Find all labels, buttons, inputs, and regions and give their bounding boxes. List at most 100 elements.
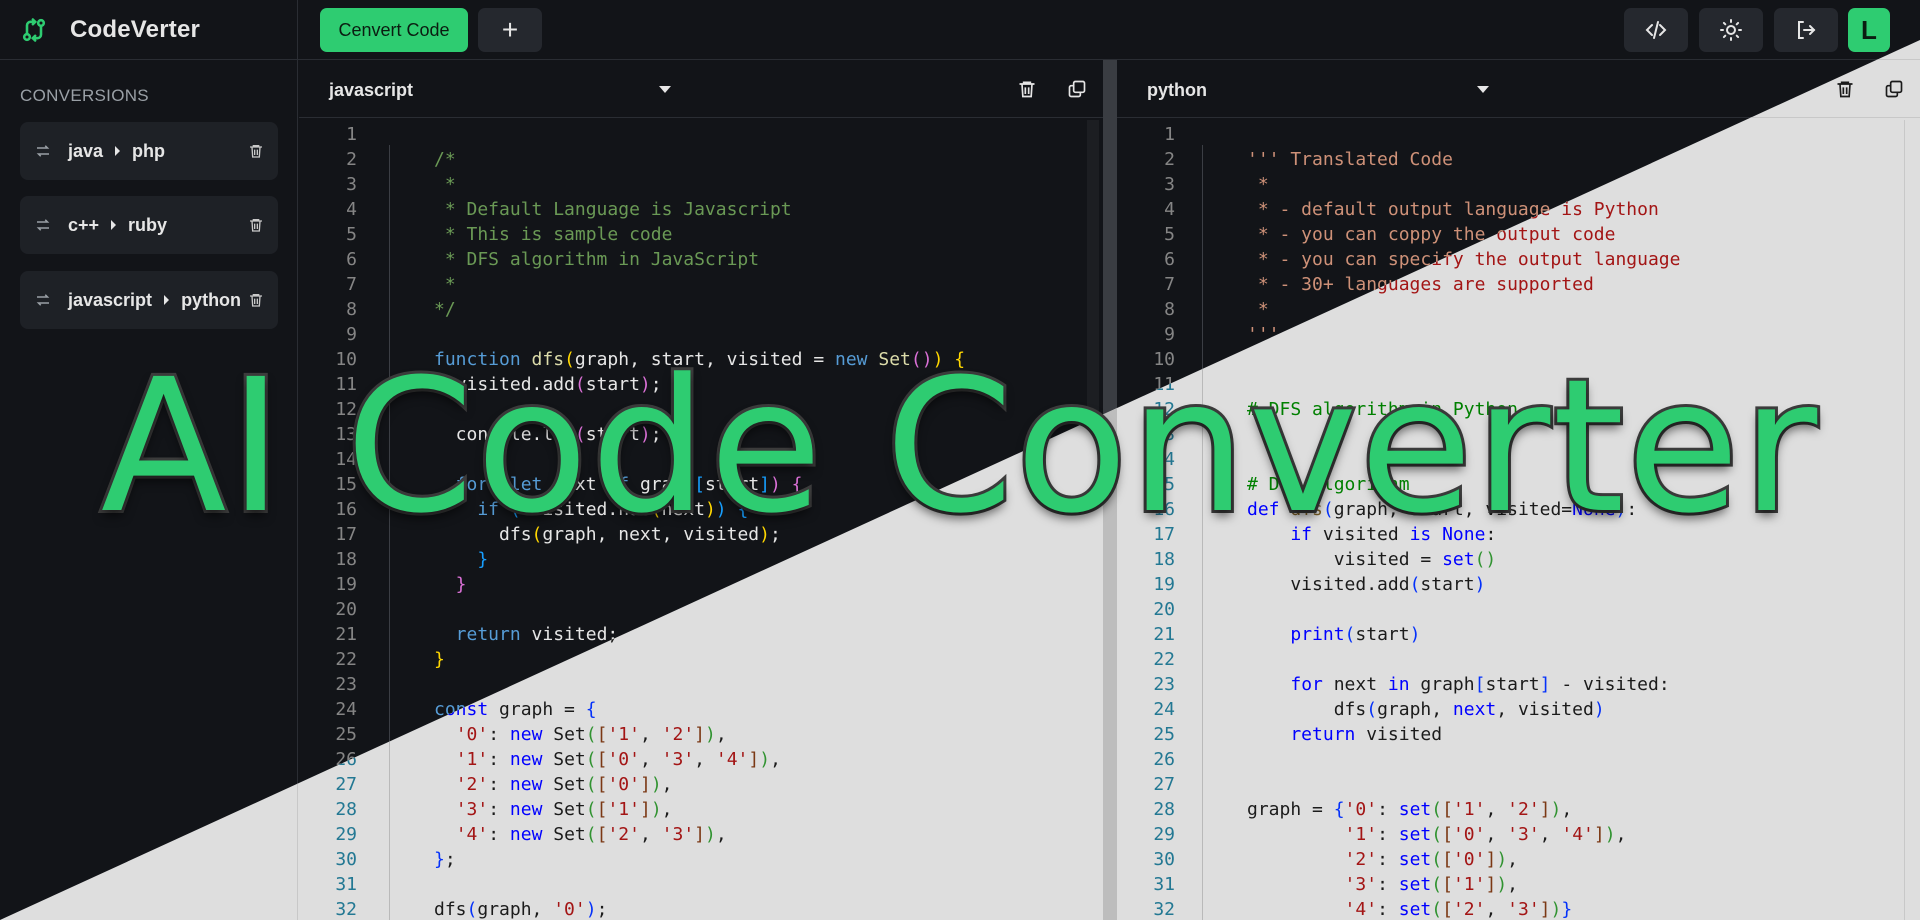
line-number: 32 bbox=[335, 899, 357, 920]
trash-icon[interactable] bbox=[1835, 79, 1855, 99]
line-number: 28 bbox=[1153, 799, 1175, 820]
code-line: 29 '1': set(['0', '3', '4']), bbox=[1117, 822, 1920, 847]
code-line: 11 visited.add(start); bbox=[299, 372, 1103, 397]
copy-icon[interactable] bbox=[1884, 79, 1904, 99]
code-line: 20 bbox=[1117, 597, 1920, 622]
brand[interactable]: CodeVerter bbox=[0, 0, 298, 60]
code-text: print(start) bbox=[1290, 624, 1421, 645]
code-line: 28 graph = {'0': set(['1', '2']), bbox=[1117, 797, 1920, 822]
sun-icon bbox=[1720, 19, 1742, 41]
code-text: * bbox=[434, 174, 456, 195]
line-number: 22 bbox=[1153, 649, 1175, 670]
sidebar: CONVERSIONS java php c++ ruby javascript py… bbox=[0, 60, 298, 920]
code-text: if (!visited.has(next)) { bbox=[434, 499, 749, 520]
line-number: 25 bbox=[1153, 724, 1175, 745]
line-number: 20 bbox=[1153, 599, 1175, 620]
code-text: '3': new Set(['1']), bbox=[455, 799, 673, 820]
code-text: visited = set() bbox=[1247, 549, 1497, 570]
code-line: 7 * bbox=[299, 272, 1103, 297]
line-number: 22 bbox=[335, 649, 357, 670]
chevron-down-icon[interactable] bbox=[659, 86, 671, 93]
target-language-select[interactable]: python bbox=[1147, 80, 1207, 101]
line-number: 13 bbox=[335, 424, 357, 445]
line-number: 15 bbox=[1153, 474, 1175, 495]
chevron-down-icon[interactable] bbox=[1477, 86, 1489, 93]
code-text: '0': new Set(['1', '2']), bbox=[455, 724, 727, 745]
code-line: 16 def dfs(graph, start, visited=None): bbox=[1117, 497, 1920, 522]
code-line: 28 '3': new Set(['1']), bbox=[299, 797, 1103, 822]
code-text: return visited bbox=[1247, 724, 1443, 745]
code-line: 30}; bbox=[299, 847, 1103, 872]
line-number: 1 bbox=[1164, 124, 1175, 145]
trash-icon[interactable] bbox=[248, 291, 264, 309]
code-line: 26 '1': new Set(['0', '3', '4']), bbox=[299, 747, 1103, 772]
line-number: 5 bbox=[1164, 224, 1175, 245]
code-text: '1': set(['0', '3', '4']), bbox=[1344, 824, 1627, 845]
convert-code-button[interactable]: Cenvert Code bbox=[320, 8, 468, 52]
code-text: * bbox=[434, 274, 456, 295]
code-text: return visited; bbox=[434, 624, 619, 645]
code-text: ''' Translated Code bbox=[1247, 149, 1453, 170]
code-text: function dfs(graph, start, visited = new… bbox=[434, 349, 966, 370]
trash-icon[interactable] bbox=[1017, 79, 1037, 99]
app-name: CodeVerter bbox=[70, 15, 201, 43]
code-text: */ bbox=[434, 299, 456, 320]
line-number: 21 bbox=[1153, 624, 1175, 645]
code-line: 13 bbox=[1117, 422, 1920, 447]
code-text: '4': set(['2', '3'])} bbox=[1344, 899, 1573, 920]
code-text: } bbox=[434, 574, 467, 595]
top-bar: CodeVerter Cenvert Code + L bbox=[0, 0, 1920, 60]
avatar[interactable]: L bbox=[1848, 8, 1890, 52]
logout-button[interactable] bbox=[1774, 8, 1838, 52]
conversion-item[interactable]: c++ ruby bbox=[20, 196, 278, 254]
source-language-select[interactable]: javascript bbox=[329, 80, 413, 101]
line-number: 17 bbox=[335, 524, 357, 545]
code-line: 29 '4': new Set(['2', '3']), bbox=[299, 822, 1103, 847]
conversion-item[interactable]: java php bbox=[20, 122, 278, 180]
line-number: 25 bbox=[335, 724, 357, 745]
line-number: 31 bbox=[335, 874, 357, 895]
line-number: 10 bbox=[335, 349, 357, 370]
code-view-button[interactable] bbox=[1624, 8, 1688, 52]
code-text: '2': set(['0']), bbox=[1344, 849, 1518, 870]
editor-scrollbar[interactable] bbox=[1904, 120, 1920, 920]
line-number: 2 bbox=[1164, 149, 1175, 170]
trash-icon[interactable] bbox=[248, 216, 264, 234]
code-line: 13 console.log(start); bbox=[299, 422, 1103, 447]
theme-toggle-button[interactable] bbox=[1699, 8, 1763, 52]
code-line: 9 bbox=[299, 322, 1103, 347]
line-number: 5 bbox=[346, 224, 357, 245]
line-number: 31 bbox=[1153, 874, 1175, 895]
to-language: php bbox=[132, 140, 166, 161]
code-text: * DFS algorithm in JavaScript bbox=[434, 249, 760, 270]
code-line: 14 bbox=[299, 447, 1103, 472]
trash-icon[interactable] bbox=[248, 142, 264, 160]
logout-icon bbox=[1798, 21, 1816, 39]
line-number: 13 bbox=[1153, 424, 1175, 445]
line-number: 20 bbox=[335, 599, 357, 620]
conversions-heading: CONVERSIONS bbox=[20, 86, 149, 105]
code-line: 11 bbox=[1117, 372, 1920, 397]
copy-icon[interactable] bbox=[1067, 79, 1087, 99]
line-number: 21 bbox=[335, 624, 357, 645]
conversion-item[interactable]: javascript python bbox=[20, 271, 278, 329]
line-number: 4 bbox=[346, 199, 357, 220]
code-text: '2': new Set(['0']), bbox=[455, 774, 673, 795]
code-line: 6 * DFS algorithm in JavaScript bbox=[299, 247, 1103, 272]
line-number: 6 bbox=[1164, 249, 1175, 270]
code-line: 10 function dfs(graph, start, visited = n… bbox=[299, 347, 1103, 372]
code-line: 32 '4': set(['2', '3'])} bbox=[1117, 897, 1920, 920]
code-icon bbox=[1645, 21, 1667, 39]
code-line: 5 * This is sample code bbox=[299, 222, 1103, 247]
line-number: 30 bbox=[335, 849, 357, 870]
line-number: 26 bbox=[1153, 749, 1175, 770]
code-text: for next in graph[start] - visited: bbox=[1290, 674, 1670, 695]
line-number: 6 bbox=[346, 249, 357, 270]
add-conversion-button[interactable]: + bbox=[478, 8, 542, 52]
code-text: # DFS algorithm bbox=[1247, 474, 1410, 495]
code-line: 26 bbox=[1117, 747, 1920, 772]
line-number: 24 bbox=[1153, 699, 1175, 720]
code-line: 12 bbox=[299, 397, 1103, 422]
code-line: 31 bbox=[299, 872, 1103, 897]
code-line: 31 '3': set(['1']), bbox=[1117, 872, 1920, 897]
